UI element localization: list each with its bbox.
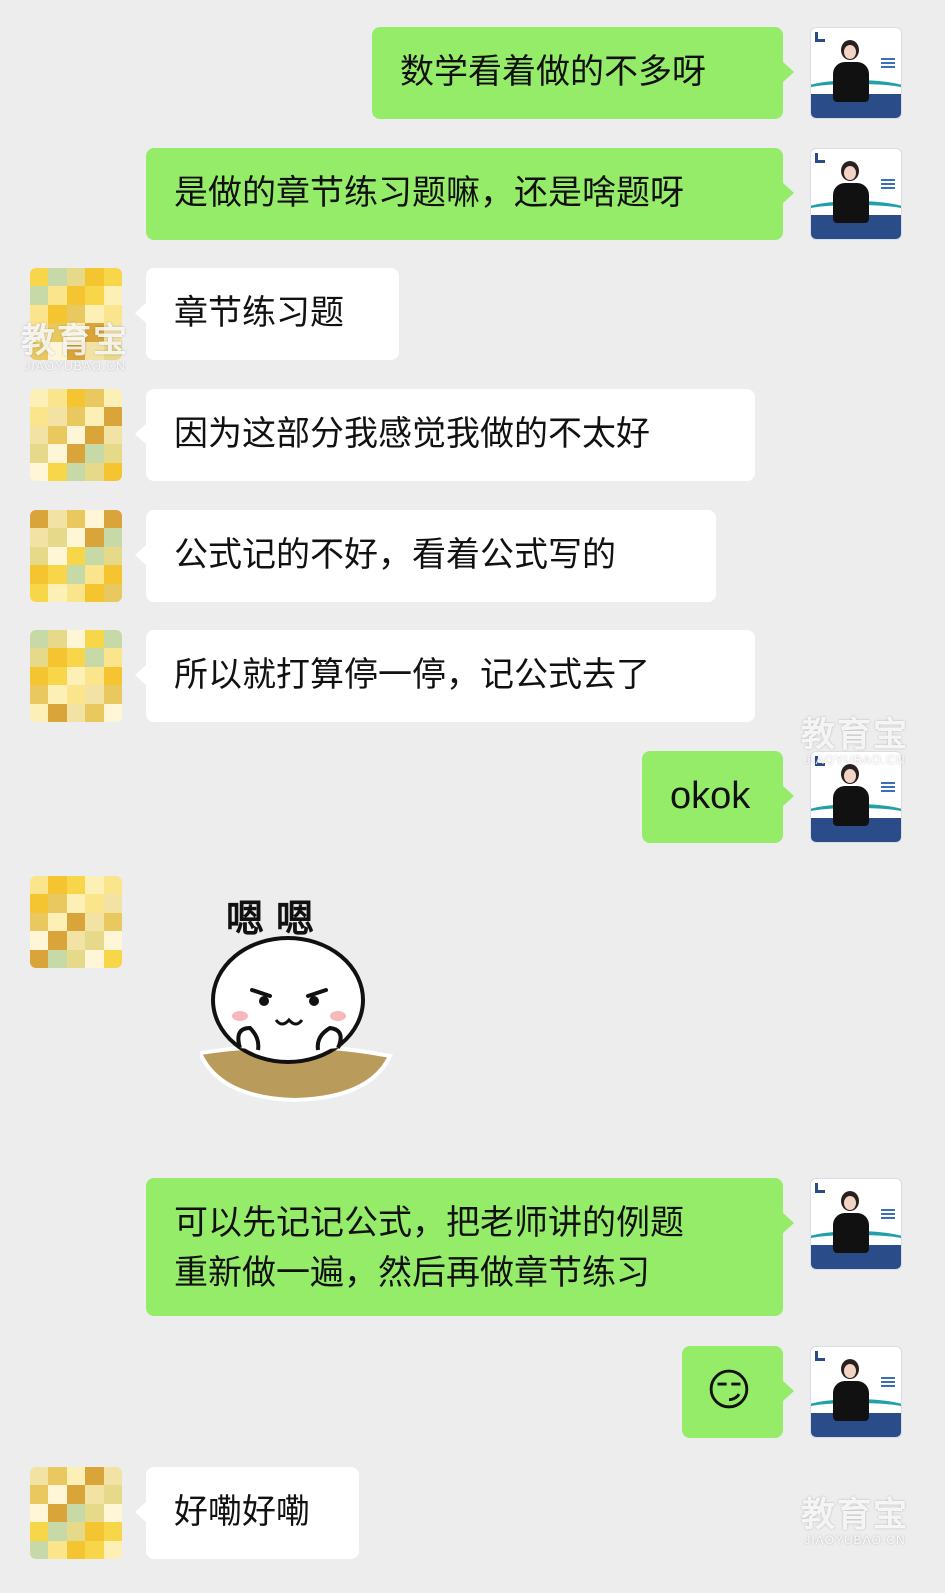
message-bubble-sent[interactable]: 可以先记记公式，把老师讲的例题 重新做一遍，然后再做章节练习 — [146, 1178, 794, 1316]
student-avatar[interactable] — [30, 876, 122, 968]
teacher-avatar[interactable] — [810, 1346, 902, 1438]
teacher-avatar[interactable] — [810, 27, 902, 119]
sticker-message[interactable]: 嗯嗯 — [197, 888, 400, 1103]
message-text: 公式记的不好，看着公式写的 — [174, 535, 616, 575]
message-bubble-sent[interactable]: okok — [642, 751, 794, 843]
message-bubble-received[interactable]: 因为这部分我感觉我做的不太好 — [135, 389, 755, 481]
message-bubble-received[interactable]: 好嘞好嘞 — [135, 1467, 359, 1559]
teacher-avatar[interactable] — [810, 148, 902, 240]
message-text: 章节练习题 — [174, 293, 344, 333]
message-text: 好嘞好嘞 — [174, 1492, 310, 1532]
watermark-logo: 教育宝 JIAOYUBAO.CN — [801, 716, 909, 767]
sticker-caption: 嗯嗯 — [226, 897, 327, 941]
message-bubble-sent[interactable]: 数学看着做的不多呀 — [372, 27, 794, 119]
message-bubble-sent[interactable]: 😏 — [682, 1346, 794, 1438]
message-bubble-received[interactable]: 章节练习题 — [135, 268, 399, 360]
watermark-logo: 教育宝 JIAOYUBAO.CN — [801, 1496, 909, 1547]
message-text: 是做的章节练习题嘛，还是啥题呀 — [174, 173, 684, 213]
student-avatar[interactable] — [30, 389, 122, 481]
message-text: okok — [670, 775, 751, 817]
student-avatar[interactable] — [30, 1467, 122, 1559]
chat-conversation: 数学看着做的不多呀 是做的章节练习题嘛，还是啥题呀 章节练习题 因为这部分我感觉… — [0, 0, 945, 1593]
student-avatar[interactable] — [30, 630, 122, 722]
message-text-line-1: 可以先记记公式，把老师讲的例题 — [174, 1203, 684, 1243]
message-text-line-2: 重新做一遍，然后再做章节练习 — [174, 1253, 650, 1293]
message-text: 因为这部分我感觉我做的不太好 — [174, 414, 650, 454]
message-text: 所以就打算停一停，记公式去了 — [174, 655, 650, 695]
teacher-avatar[interactable] — [810, 1178, 902, 1270]
message-bubble-received[interactable]: 所以就打算停一停，记公式去了 — [135, 630, 755, 722]
watermark-logo: 教育宝 JIAOYUBAO.CN — [21, 322, 129, 373]
message-bubble-received[interactable]: 公式记的不好，看着公式写的 — [135, 510, 716, 602]
message-bubble-sent[interactable]: 是做的章节练习题嘛，还是啥题呀 — [146, 148, 794, 240]
student-avatar[interactable] — [30, 510, 122, 602]
smug-emoji-icon: 😏 — [706, 1365, 752, 1416]
message-text: 数学看着做的不多呀 — [400, 52, 706, 92]
